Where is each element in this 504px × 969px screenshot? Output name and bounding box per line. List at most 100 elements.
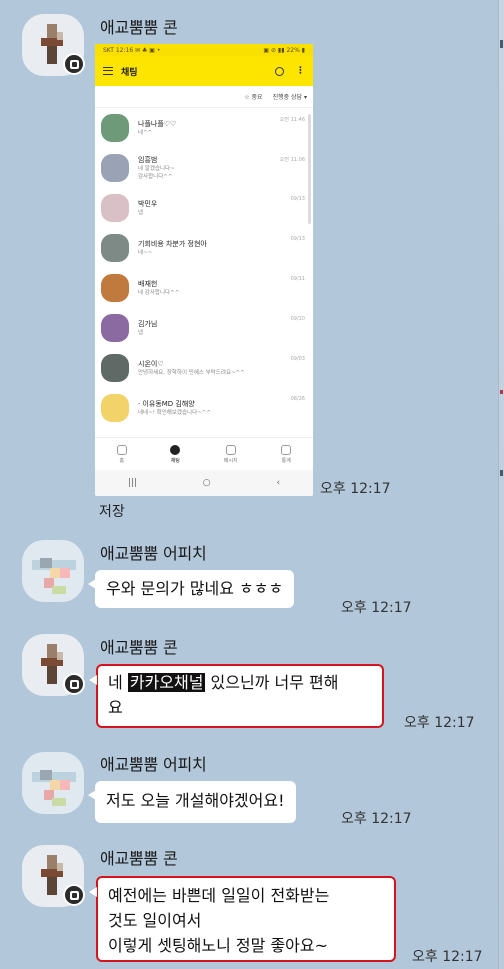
message-time: 오후 12:17	[404, 715, 475, 731]
phone-title: 채팅	[121, 67, 138, 78]
phone-nav-button: |||	[127, 478, 137, 488]
phone-chat-name: 시온이♡	[138, 360, 164, 368]
message-text-line2: 것도 일이여서	[108, 911, 202, 930]
phone-chat-row: · 이유동MD 김해양 네네~! 확인해보겠습니다~^^ 08/26	[95, 388, 313, 428]
message-bubble-highlighted[interactable]: 예전에는 바쁜데 일일이 전화받는 것도 일이여서 이렇게 셋팅해노니 정말 좋…	[89, 876, 396, 962]
phone-chat-date: 오전 11:06	[279, 157, 305, 163]
phone-chat-avatar	[101, 154, 129, 182]
search-icon	[275, 66, 284, 76]
phone-chat-avatar	[101, 194, 129, 222]
message-text: 우와 문의가 많네요 ㅎㅎㅎ	[106, 579, 284, 598]
status-left: SKT 12:16 ✉ ♣ ▣ •	[103, 46, 161, 54]
phone-tab-label: 채팅	[170, 457, 180, 464]
message-time: 오후 12:17	[320, 481, 391, 497]
sender-name: 애교뿜뿜 콘	[100, 18, 178, 37]
phone-chat-preview: 네 감사합니다^^	[138, 290, 180, 296]
phone-chat-name: 기회비용 차분가 정현아	[138, 240, 207, 248]
phone-chat-row: 임흥범 네 알겠습니다~ 감사합니다^^ 오전 11:06	[95, 148, 313, 188]
phone-chat-avatar	[101, 234, 129, 262]
phone-chat-row: 기회비용 차분가 정현아네~~ 09/13	[95, 228, 313, 268]
sender-name: 애교뿜뿜 콘	[100, 638, 178, 657]
message-text-line3: 이렇게 셋팅해노니 정말 좋아요~	[108, 936, 329, 955]
phone-chat-preview: 넵	[138, 210, 144, 216]
message-text: 네	[108, 673, 128, 692]
message-bubble-highlighted[interactable]: 네 카카오채널 있으닌까 너무 편해 요	[89, 664, 384, 728]
phone-nav-button: ○	[202, 478, 211, 488]
message-text: 있으닌까 너무 편해	[205, 673, 339, 692]
phone-tab: 통계	[281, 444, 292, 464]
phone-chat-row: 김가님 넵 09/10	[95, 308, 313, 348]
phone-nav-button: ‹	[276, 478, 281, 488]
phone-tab-icon	[225, 444, 236, 455]
phone-chat-avatar	[101, 274, 129, 302]
phone-tab-icon	[170, 444, 181, 455]
filter-status: 진행중 상담 ▾	[272, 94, 307, 101]
phone-chat-text: 배재헌네 감사합니다^^	[138, 279, 307, 297]
phone-chat-date: 08/26	[290, 396, 305, 402]
message-time: 오후 12:17	[341, 600, 412, 616]
phone-chat-row: 배재헌 네 감사합니다^^ 09/11	[95, 268, 313, 308]
phone-chat-avatar	[101, 394, 129, 422]
phone-filter-bar: ☆ 중요 진행중 상담 ▾	[95, 86, 313, 108]
phone-chat-date: 오전 11:46	[279, 117, 305, 123]
phone-chat-text: · 이유동MD 김해양네네~! 확인해보겠습니다~^^	[138, 399, 307, 417]
shared-image[interactable]: SKT 12:16 ✉ ♣ ▣ • ▣ ⊘ ▮▮ 22% ▮ 채팅 ⋮ ☆ 중요…	[95, 44, 313, 496]
phone-chat-text: 김가님넵	[138, 319, 307, 337]
phone-chat-preview: 네 알겠습니다~ 감사합니다^^	[138, 166, 175, 180]
phone-chat-date: 09/03	[290, 356, 305, 362]
filter-important: ☆ 중요	[244, 94, 263, 101]
phone-chat-name: 김가님	[138, 320, 158, 328]
phone-chat-preview: 네~~	[138, 250, 153, 256]
highlighted-keyword: 카카오채널	[127, 673, 206, 692]
phone-chat-name: 박민우	[138, 200, 158, 208]
message-text-line2: 요	[108, 698, 123, 717]
phone-chat-date: 09/11	[290, 276, 305, 282]
status-right: ▣ ⊘ ▮▮ 22% ▮	[263, 46, 305, 54]
phone-chat-row: 나플나플♡♡ 네^^ 오전 11:46	[95, 108, 313, 148]
phone-chat-name: 배재헌	[138, 280, 158, 288]
phone-chat-date: 09/10	[290, 316, 305, 322]
phone-chat-preview: 네^^	[138, 130, 153, 136]
sender-name: 애교뿜뿜 콘	[100, 849, 178, 868]
phone-tab: 홈	[116, 444, 127, 464]
sender-name: 애교뿜뿜 어피치	[100, 544, 207, 563]
message-text: 저도 오늘 개설해야겠어요!	[106, 791, 285, 810]
phone-header: 채팅 ⋮	[95, 56, 313, 86]
avatar-apeach[interactable]	[22, 752, 84, 814]
phone-tab-label: 통계	[281, 457, 291, 464]
phone-tab-bar: 홈 채팅 메시지 통계	[95, 437, 313, 470]
channel-badge-icon	[63, 673, 85, 695]
phone-chat-preview: 넵	[138, 330, 144, 336]
phone-chat-avatar	[101, 354, 129, 382]
message-bubble[interactable]: 우와 문의가 많네요 ㅎㅎㅎ	[87, 570, 295, 608]
phone-nav-bar: ||| ○ ‹	[95, 470, 313, 496]
phone-chat-list: 나플나플♡♡ 네^^ 오전 11:46 임흥범 네 알겠습니다~ 감사합니다^^ 오전 1…	[95, 108, 313, 428]
phone-chat-date: 09/13	[290, 236, 305, 242]
phone-chat-name: · 이유동MD 김해양	[138, 400, 195, 408]
phone-chat-row: 박민우 넵 09/13	[95, 188, 313, 228]
phone-chat-date: 09/13	[290, 196, 305, 202]
save-link[interactable]: 저장	[99, 501, 125, 521]
phone-tab: 채팅	[170, 444, 181, 464]
message-time: 오후 12:17	[412, 949, 483, 965]
avatar-apeach[interactable]	[22, 540, 84, 602]
phone-tab-label: 메시지	[223, 457, 238, 464]
phone-chat-avatar	[101, 314, 129, 342]
more-icon: ⋮	[296, 66, 305, 76]
phone-chat-avatar	[101, 114, 129, 142]
message-text-line1: 예전에는 바쁜데 일일이 전화받는	[108, 886, 330, 905]
channel-badge-icon	[63, 53, 85, 75]
phone-tab-icon	[281, 444, 292, 455]
phone-tab: 메시지	[223, 444, 238, 464]
message-bubble[interactable]: 저도 오늘 개설해야겠어요!	[88, 781, 296, 823]
phone-chat-preview: 안녕하세요, 장학하이 민혜스 부탁드려요~^^	[138, 370, 245, 376]
sender-name: 애교뿜뿜 어피치	[100, 755, 207, 774]
phone-tab-label: 홈	[119, 457, 125, 464]
phone-status-bar: SKT 12:16 ✉ ♣ ▣ • ▣ ⊘ ▮▮ 22% ▮	[95, 44, 313, 56]
phone-tab-icon	[116, 444, 127, 455]
menu-icon	[103, 67, 113, 75]
channel-badge-icon	[63, 884, 85, 906]
phone-chat-text: 박민우넵	[138, 199, 307, 217]
message-time: 오후 12:17	[341, 811, 412, 827]
phone-chat-preview: 네네~! 확인해보겠습니다~^^	[138, 410, 211, 416]
